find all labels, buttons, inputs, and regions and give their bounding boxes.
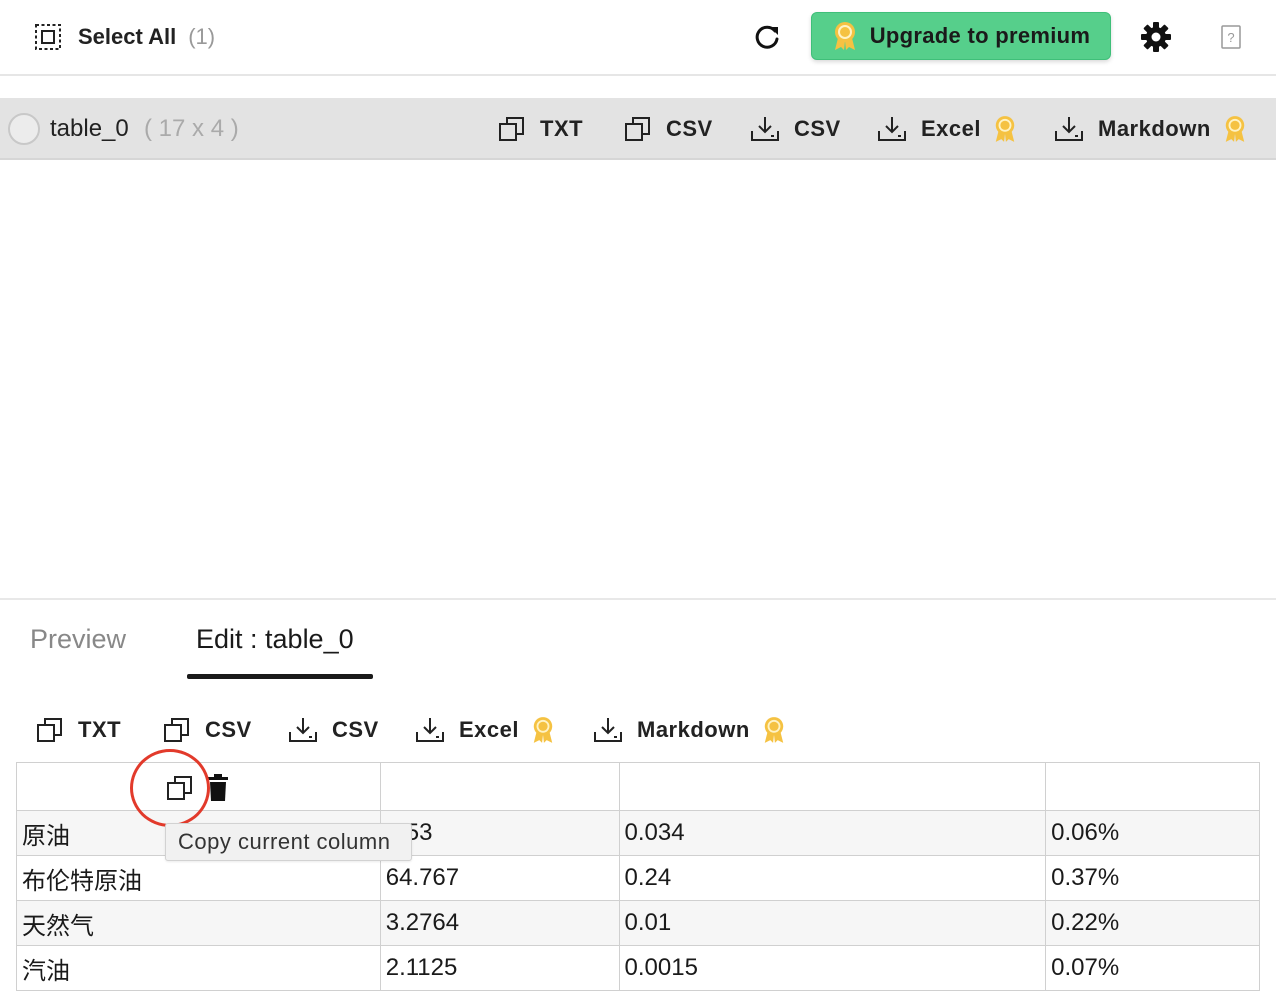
edit-copy-txt-button[interactable]: TXT [36, 714, 121, 746]
action-label: Markdown [1098, 116, 1211, 141]
table-name: table_0 [50, 115, 129, 142]
download-icon [751, 117, 779, 141]
download-icon [289, 718, 317, 742]
table-cell[interactable]: 0.24 [618, 855, 1047, 901]
table-cell[interactable]: 0.22% [1045, 900, 1260, 946]
premium-medal-icon [533, 717, 553, 743]
table-cell[interactable]: 2.1125 [379, 945, 620, 991]
table-cell[interactable]: 汽油 [16, 945, 381, 991]
copy-icon [625, 117, 650, 141]
download-icon [878, 117, 906, 141]
column-header-cell[interactable] [379, 762, 620, 811]
tab-preview[interactable]: Preview [30, 624, 126, 655]
download-icon [1055, 117, 1083, 141]
select-all-button[interactable]: Select All (1) [34, 22, 215, 52]
select-all-icon [35, 24, 61, 50]
download-icon [594, 718, 622, 742]
table-select-radio[interactable] [8, 113, 40, 145]
table-cell[interactable]: .553 [379, 810, 620, 856]
table-cell[interactable]: 64.767 [379, 855, 620, 901]
action-label: TXT [540, 116, 584, 141]
premium-medal-icon [995, 116, 1015, 142]
table-row: 天然气 3.2764 0.01 0.22% [16, 900, 1260, 946]
tooltip: Copy current column [165, 823, 412, 861]
action-label: CSV [666, 116, 713, 141]
refresh-icon[interactable] [752, 22, 782, 52]
download-excel-button[interactable]: Excel [877, 113, 1017, 145]
copy-icon [164, 718, 189, 742]
table-dimensions: ( 17 x 4 ) [144, 115, 239, 142]
table-item-row[interactable]: table_0 ( 17 x 4 ) TXT CSV CSV Excel Mar… [0, 98, 1276, 160]
table-cell[interactable]: 天然气 [16, 900, 381, 946]
action-label: CSV [332, 717, 379, 742]
top-toolbar: Select All (1) Upgrade to premium ? [0, 0, 1276, 76]
action-label: TXT [78, 717, 122, 742]
active-tab-indicator [187, 674, 373, 679]
gear-icon[interactable] [1140, 21, 1172, 53]
edit-copy-csv-button[interactable]: CSV [163, 714, 252, 746]
edit-download-excel-button[interactable]: Excel [415, 714, 555, 746]
copy-csv-button[interactable]: CSV [624, 113, 713, 145]
column-tools [166, 774, 230, 802]
action-label: CSV [205, 717, 252, 742]
premium-medal-icon [764, 717, 784, 743]
column-header-cell[interactable] [618, 762, 1047, 811]
table-cell[interactable]: 0.01 [618, 900, 1047, 946]
select-all-count: (1) [188, 24, 216, 49]
download-csv-button[interactable]: CSV [750, 113, 841, 145]
edit-download-csv-button[interactable]: CSV [288, 714, 379, 746]
copy-txt-button[interactable]: TXT [498, 113, 583, 145]
table-cell[interactable]: 0.37% [1045, 855, 1260, 901]
action-label: Excel [921, 116, 981, 141]
table-cell[interactable]: 布伦特原油 [16, 855, 381, 901]
table-cell[interactable]: 3.2764 [379, 900, 620, 946]
download-icon [416, 718, 444, 742]
column-header-cell[interactable] [1045, 762, 1260, 811]
upgrade-premium-button[interactable]: Upgrade to premium [811, 12, 1111, 60]
table-row: 布伦特原油 64.767 0.24 0.37% [16, 855, 1260, 901]
copy-column-icon[interactable] [166, 774, 194, 802]
help-icon[interactable]: ? [1221, 25, 1241, 49]
action-label: CSV [794, 116, 841, 141]
download-markdown-button[interactable]: Markdown [1054, 113, 1247, 145]
table-cell[interactable]: 0.06% [1045, 810, 1260, 856]
edit-download-markdown-button[interactable]: Markdown [593, 714, 786, 746]
copy-icon [499, 117, 524, 141]
table-cell[interactable]: 0.0015 [618, 945, 1047, 991]
select-all-label: Select All [78, 24, 177, 49]
premium-medal-icon [1225, 116, 1245, 142]
svg-text:?: ? [1227, 30, 1234, 45]
table-row: 汽油 2.1125 0.0015 0.07% [16, 945, 1260, 991]
table-cell[interactable]: 0.07% [1045, 945, 1260, 991]
copy-icon [37, 718, 62, 742]
tabs-divider [0, 598, 1276, 600]
action-label: Excel [459, 717, 519, 742]
action-label: Markdown [637, 717, 750, 742]
premium-medal-icon [834, 22, 855, 50]
trash-icon[interactable] [206, 774, 230, 802]
table-cell[interactable]: 0.034 [618, 810, 1047, 856]
tab-edit[interactable]: Edit : table_0 [196, 624, 354, 655]
upgrade-label: Upgrade to premium [869, 23, 1091, 48]
